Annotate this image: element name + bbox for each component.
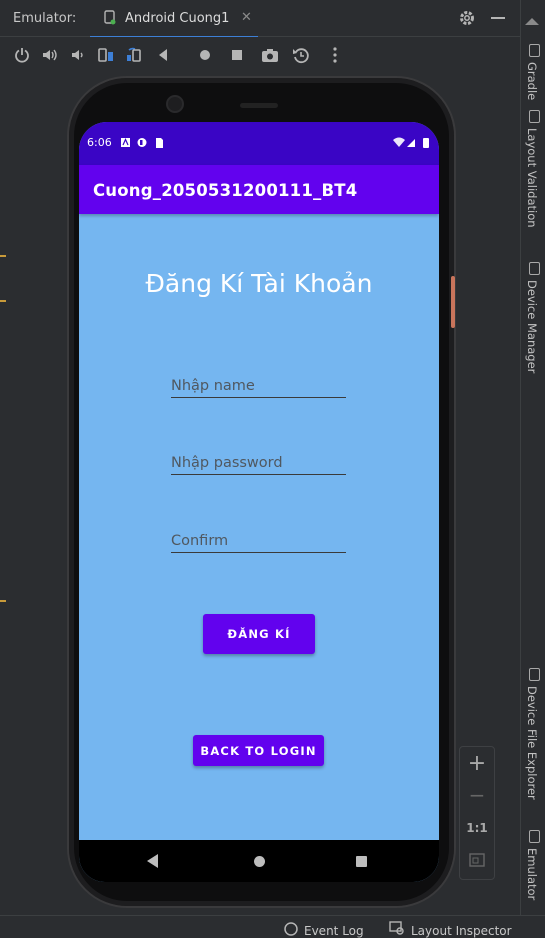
close-tab-icon[interactable]: ✕ bbox=[241, 10, 252, 25]
minimize-icon[interactable] bbox=[491, 17, 505, 19]
gradle-icon bbox=[529, 44, 540, 57]
back-icon[interactable] bbox=[154, 46, 172, 64]
zoom-one-to-one-button[interactable]: 1:1 bbox=[460, 821, 494, 835]
device-manager-label: Device Manager bbox=[525, 280, 539, 374]
power-side-button bbox=[451, 276, 455, 328]
back-to-login-button[interactable]: BACK TO LOGIN bbox=[193, 735, 324, 766]
navigation-bar bbox=[79, 840, 439, 882]
device-file-explorer-icon bbox=[529, 668, 540, 681]
nav-home-icon[interactable] bbox=[254, 856, 265, 867]
layout-validation-label: Layout Validation bbox=[525, 128, 539, 228]
more-vertical-icon[interactable] bbox=[326, 46, 344, 64]
emulator-label-vertical: Emulator bbox=[525, 848, 539, 901]
layout-validation-icon bbox=[529, 110, 540, 123]
register-button[interactable]: ĐĂNG KÍ bbox=[203, 614, 315, 654]
tab-android-cuong1[interactable]: Android Cuong1 ✕ bbox=[90, 0, 258, 38]
volume-up-icon[interactable] bbox=[41, 46, 59, 64]
power-icon[interactable] bbox=[13, 46, 31, 64]
right-tool-window-bar: Gradle Layout Validation Device Manager … bbox=[520, 0, 545, 915]
zoom-controls: + − 1:1 bbox=[459, 746, 495, 880]
volume-down-icon[interactable] bbox=[69, 46, 87, 64]
notifications-icon[interactable] bbox=[523, 12, 544, 25]
status-bar: 6:06 bbox=[79, 122, 439, 165]
device-icon bbox=[104, 10, 116, 25]
front-camera bbox=[166, 95, 184, 113]
page-title: Đăng Kí Tài Khoản bbox=[145, 269, 373, 298]
editor-edge bbox=[0, 255, 6, 602]
rotate-right-icon[interactable] bbox=[125, 46, 143, 64]
gradle-label: Gradle bbox=[525, 62, 539, 101]
camera-icon[interactable] bbox=[261, 46, 279, 64]
gradle-tool[interactable]: Gradle bbox=[523, 44, 544, 100]
name-input[interactable] bbox=[171, 375, 346, 398]
gear-icon[interactable] bbox=[458, 9, 476, 27]
emulator-toolbar bbox=[0, 37, 520, 71]
device-file-explorer-tool[interactable]: Device File Explorer bbox=[523, 668, 544, 808]
event-log-icon bbox=[284, 922, 298, 936]
fit-screen-icon[interactable] bbox=[469, 853, 485, 867]
earpiece-speaker bbox=[240, 103, 278, 108]
device-manager-tool[interactable]: Device Manager bbox=[523, 262, 544, 382]
device-file-explorer-label: Device File Explorer bbox=[525, 686, 539, 800]
rotate-left-icon[interactable] bbox=[97, 46, 115, 64]
wifi-signal-battery-icons bbox=[393, 137, 429, 148]
app-bar: Cuong_2050531200111_BT4 bbox=[79, 165, 439, 214]
device-screen[interactable]: 6:06 Cuong_2050531200111_BT4 Đăng Kí Tài… bbox=[79, 122, 439, 882]
device-manager-icon bbox=[529, 262, 540, 275]
nav-recents-icon[interactable] bbox=[356, 856, 367, 867]
emulator-header: Emulator: Android Cuong1 ✕ bbox=[0, 0, 520, 38]
snapshot-icon[interactable] bbox=[292, 46, 310, 64]
overview-icon[interactable] bbox=[228, 46, 246, 64]
password-input[interactable] bbox=[171, 452, 346, 475]
zoom-in-button[interactable]: + bbox=[460, 751, 494, 776]
emulator-tool[interactable]: Emulator bbox=[523, 830, 544, 910]
layout-inspector-icon bbox=[389, 921, 404, 935]
bottom-tool-bar: Event Log Layout Inspector bbox=[0, 915, 545, 938]
app-title: Cuong_2050531200111_BT4 bbox=[93, 181, 358, 200]
zoom-out-button[interactable]: − bbox=[460, 783, 494, 807]
notification-icons bbox=[121, 138, 163, 148]
layout-validation-tool[interactable]: Layout Validation bbox=[523, 110, 544, 240]
emulator-icon bbox=[529, 830, 540, 843]
tab-label: Android Cuong1 bbox=[125, 11, 230, 26]
emulator-label: Emulator: bbox=[13, 11, 77, 26]
status-time: 6:06 bbox=[87, 136, 112, 149]
home-icon[interactable] bbox=[196, 46, 214, 64]
nav-back-icon[interactable] bbox=[147, 854, 158, 868]
confirm-password-input[interactable] bbox=[171, 530, 346, 553]
